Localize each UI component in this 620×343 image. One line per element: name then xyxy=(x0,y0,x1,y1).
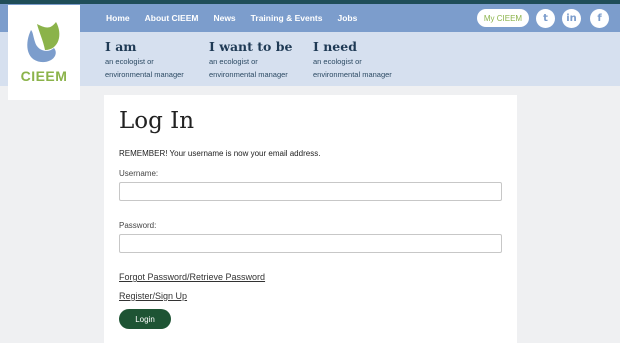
nav-home[interactable]: Home xyxy=(106,13,130,23)
subnav-line: environmental manager xyxy=(105,70,184,79)
nav-training-events[interactable]: Training & Events xyxy=(251,13,323,23)
subnav-line: environmental manager xyxy=(313,70,392,79)
subnav-title: I am xyxy=(105,39,137,54)
subnav-i-need[interactable]: I need an ecologist or environmental man… xyxy=(313,39,392,80)
audience-nav: I am an ecologist or environmental manag… xyxy=(0,32,620,86)
password-field[interactable] xyxy=(119,234,502,253)
username-label: Username: xyxy=(119,169,159,178)
login-card: Log In REMEMBER! Your username is now yo… xyxy=(104,95,517,343)
forgot-password-link[interactable]: Forgot Password/Retrieve Password xyxy=(119,272,265,282)
subnav-line: an ecologist or xyxy=(105,57,154,66)
my-cieem-button[interactable]: My CIEEM xyxy=(477,9,529,27)
subnav-line: an ecologist or xyxy=(209,57,258,66)
nav-jobs[interactable]: Jobs xyxy=(337,13,357,23)
logo-text: CIEEM xyxy=(20,68,68,84)
subnav-title: I need xyxy=(313,39,357,54)
main-nav: Home About CIEEM News Training & Events … xyxy=(0,4,620,32)
linkedin-icon[interactable]: in xyxy=(562,9,581,28)
subnav-i-am[interactable]: I am an ecologist or environmental manag… xyxy=(105,39,184,80)
register-link[interactable]: Register/Sign Up xyxy=(119,291,187,301)
leaf-drop-icon xyxy=(27,22,60,63)
twitter-icon[interactable]: t xyxy=(536,9,555,28)
username-field[interactable] xyxy=(119,182,502,201)
subnav-line: environmental manager xyxy=(209,70,288,79)
page-title: Log In xyxy=(119,108,195,134)
cieem-logo[interactable]: CIEEM xyxy=(8,5,80,100)
facebook-icon[interactable]: f xyxy=(590,9,609,28)
password-label: Password: xyxy=(119,221,157,230)
nav-about[interactable]: About CIEEM xyxy=(145,13,199,23)
remember-notice: REMEMBER! Your username is now your emai… xyxy=(119,149,321,158)
subnav-line: an ecologist or xyxy=(313,57,362,66)
subnav-title: I want to be xyxy=(209,39,293,54)
login-button[interactable]: Login xyxy=(119,309,171,329)
subnav-i-want-to-be[interactable]: I want to be an ecologist or environment… xyxy=(209,39,292,80)
nav-news[interactable]: News xyxy=(213,13,235,23)
